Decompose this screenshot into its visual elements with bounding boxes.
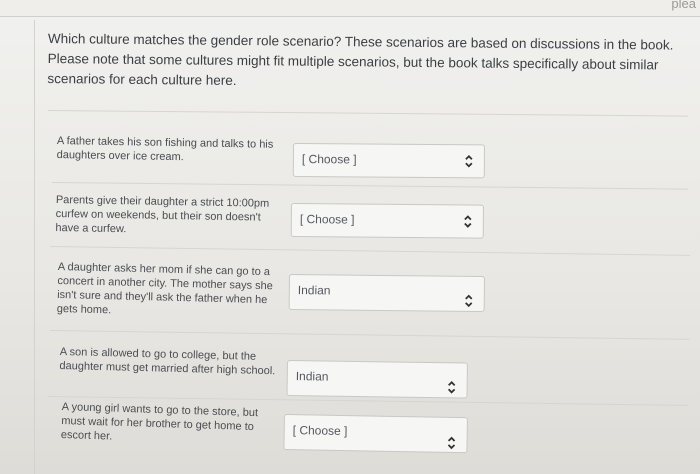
up-down-chevron-icon — [447, 381, 456, 394]
culture-select-4[interactable]: Indian — [286, 360, 468, 399]
scenario-text-3: A daughter asks her mom if she can go to… — [56, 260, 273, 317]
up-down-chevron-icon — [447, 436, 456, 450]
culture-select-1[interactable]: [ Choose ] — [292, 143, 485, 179]
question-prompt: Which culture matches the gender role sc… — [47, 30, 674, 88]
select-value-2: [ Choose ] — [299, 212, 355, 227]
select-value-5: [ Choose ] — [292, 423, 348, 439]
scenario-text-4: A son is allowed to go to college, but t… — [59, 345, 276, 378]
top-edge: plea — [0, 0, 700, 17]
select-value-4: Indian — [295, 369, 329, 384]
up-down-chevron-icon — [465, 154, 473, 168]
culture-select-3[interactable]: Indian — [288, 274, 485, 313]
up-down-chevron-icon — [464, 215, 472, 228]
quiz-page: plea Which culture matches the gender ro… — [0, 0, 700, 474]
scenario-text-1: A father takes his son fishing and talks… — [56, 134, 274, 164]
up-down-chevron-icon — [465, 294, 473, 308]
culture-select-2[interactable]: [ Choose ] — [290, 203, 484, 239]
cropped-corner-text: plea — [671, 0, 696, 11]
select-value-1: [ Choose ] — [301, 152, 357, 167]
select-value-3: Indian — [297, 283, 331, 298]
scenario-text-2: Parents give their daughter a strict 10:… — [55, 193, 270, 236]
scenario-text-5: A young girl wants to go to the store, b… — [60, 400, 259, 443]
culture-select-5[interactable]: [ Choose ] — [283, 414, 468, 454]
